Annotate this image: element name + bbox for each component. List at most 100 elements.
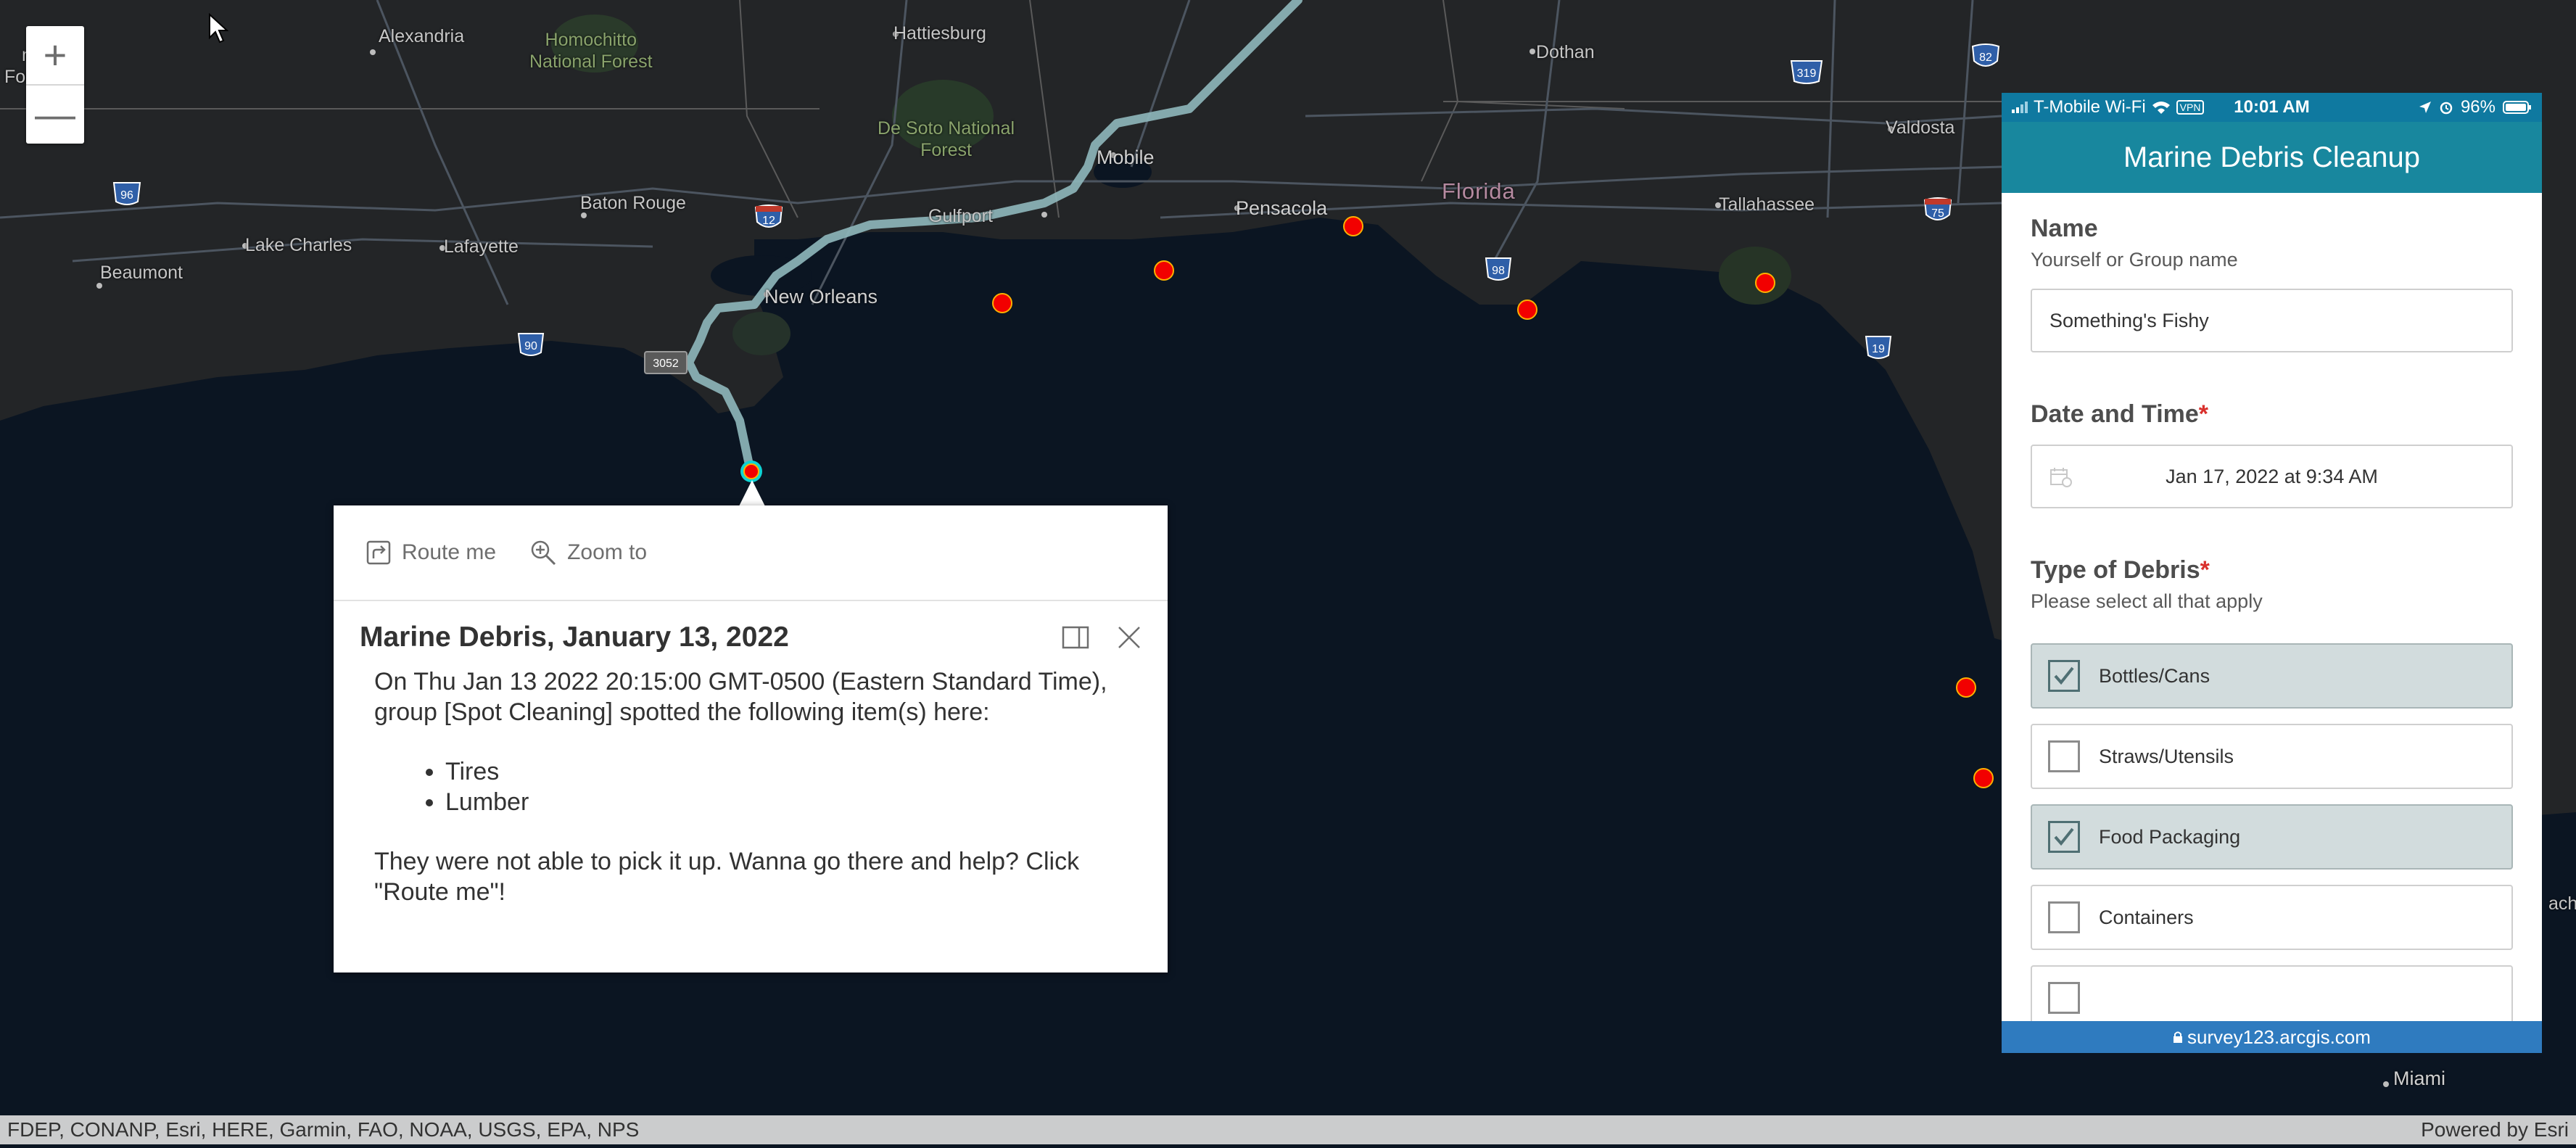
checkbox-label: Containers [2099,906,2194,928]
highway-shield: 90 [517,333,545,356]
svg-text:319: 319 [1797,67,1817,80]
map-label-baton-rouge: Baton Rouge [580,193,686,213]
battery-icon [2503,101,2531,114]
debris-marker [1154,260,1174,281]
checkbox-food-packaging[interactable]: Food Packaging [2031,804,2513,870]
svg-text:98: 98 [1492,265,1505,277]
zoom-to-action[interactable]: Zoom to [529,539,647,566]
popup-content: On Thu Jan 13 2022 20:15:00 GMT-0500 (Ea… [334,653,1168,907]
zoom-control: + — [26,26,84,144]
map-label-gulfport: Gulfport [928,206,993,226]
debris-marker [1973,768,1994,788]
date-time-input[interactable]: Jan 17, 2022 at 9:34 AM [2031,445,2513,508]
route-me-label: Route me [402,540,497,564]
wifi-icon [2152,102,2170,114]
svg-text:82: 82 [1979,51,1992,64]
battery-percent: 96% [2460,97,2496,117]
map-label-lake-charles: Lake Charles [245,235,352,255]
map-label: ach [2548,893,2576,914]
map-attribution: FDEP, CONANP, Esri, HERE, Garmin, FAO, N… [0,1115,2576,1144]
map-label-alexandria: Alexandria [379,26,465,46]
powered-by-esri[interactable]: Powered by Esri [2421,1118,2569,1141]
zoom-in-button[interactable]: + [26,26,84,84]
vpn-badge: VPN [2176,100,2205,115]
svg-text:19: 19 [1872,343,1885,355]
checkbox-bottles-cans[interactable]: Bottles/Cans [2031,643,2513,709]
svg-text:90: 90 [524,340,537,352]
checkbox-empty-icon [2048,901,2080,933]
zoom-in-magnifier-icon [531,540,556,566]
map-label-valdosta: Valdosta [1886,117,1955,138]
mouse-cursor-icon [209,13,228,44]
map-label-lafayette: Lafayette [444,236,519,257]
debris-marker [1755,273,1775,293]
interstate-shield: 75 [1923,197,1952,220]
checkbox-checked-icon [2048,660,2080,692]
popup-intro: On Thu Jan 13 2022 20:15:00 GMT-0500 (Ea… [374,668,1107,726]
map-label-florida: Florida [1442,178,1516,204]
status-bar: T-Mobile Wi-Fi VPN 10:01 AM 96% [2002,93,2542,122]
map-label-miami: Miami [2393,1068,2445,1089]
checkbox-label: Straws/Utensils [2099,745,2234,767]
zoom-to-label: Zoom to [567,540,648,564]
dock-icon[interactable] [1062,626,1089,649]
app-header: Marine Debris Cleanup [2002,122,2542,193]
carrier-label: T-Mobile Wi-Fi [2034,97,2146,117]
debris-item: Tires [445,756,1127,787]
popup-title: Marine Debris, January 13, 2022 [360,622,789,653]
checkbox-straws-utensils[interactable]: Straws/Utensils [2031,724,2513,789]
popup-outro: They were not able to pick it up. Wanna … [374,848,1080,906]
checkbox-label: Food Packaging [2099,825,2241,848]
zoom-out-button[interactable]: — [26,84,84,144]
map-label-pensacola: Pensacola [1236,197,1328,219]
map-label-tallahassee: Tallahassee [1719,194,1815,215]
highway-shield: 19 [1865,336,1892,359]
question-hint-debris: Please select all that apply [2031,590,2263,612]
map-label-mobile: Mobile [1097,146,1155,168]
map-label-hattiesburg: Hattiesburg [893,23,986,44]
checkbox-empty-icon [2048,982,2080,1014]
location-arrow-icon [2419,102,2431,113]
checkbox-label: Bottles/Cans [2099,664,2210,687]
question-title-name: Name [2031,215,2098,242]
map-label-dothan: Dothan [1536,42,1595,62]
route-icon [366,540,391,565]
highway-shield: 319 [1790,60,1823,84]
highway-shield: 98 [1485,257,1512,281]
debris-marker [1956,677,1976,698]
debris-marker [1517,300,1537,320]
lock-icon [2174,1031,2183,1043]
debris-item: Lumber [445,787,1127,817]
svg-text:96: 96 [120,189,133,202]
map-label-beaumont: Beaumont [100,263,183,283]
debris-marker [1343,216,1363,236]
date-time-value: Jan 17, 2022 at 9:34 AM [2166,465,2378,487]
popup-actions: Route me Zoom to [334,505,1168,601]
route-shield: 3052 [644,351,688,374]
route-me-action[interactable]: Route me [366,540,496,566]
survey-form: Name Yourself or Group name Something's … [2002,215,2542,1031]
browser-url-bar[interactable]: survey123.arcgis.com [2002,1021,2542,1053]
svg-text:3052: 3052 [653,358,679,370]
checkbox-containers[interactable]: Containers [2031,885,2513,950]
signal-icon [2012,102,2028,113]
map-label-homochitto: Homochitto National Forest [529,30,653,72]
map-label-new-orleans: New Orleans [764,286,878,307]
attribution-sources: FDEP, CONANP, Esri, HERE, Garmin, FAO, N… [7,1118,640,1141]
debris-marker [992,293,1012,313]
map-label-desoto: De Soto National Forest [878,118,1015,160]
popup-pointer [739,480,765,506]
checkbox-empty-icon [2048,740,2080,772]
svg-text:75: 75 [1931,207,1944,220]
svg-text:12: 12 [762,215,775,227]
name-input[interactable]: Something's Fishy [2031,289,2513,352]
survey-phone-screen: T-Mobile Wi-Fi VPN 10:01 AM 96% Marine D… [2002,93,2542,1053]
interstate-shield: 12 [754,205,783,228]
calendar-clock-icon [2050,468,2072,487]
url-text: survey123.arcgis.com [2187,1025,2371,1048]
question-hint-name: Yourself or Group name [2031,249,2238,271]
feature-popup: Route me Zoom to Marine Debris, January … [334,505,1168,973]
close-icon[interactable] [1117,625,1142,650]
interstate-shield: 82 [1971,44,2000,67]
debris-item-list: Tires Lumber [374,756,1127,817]
